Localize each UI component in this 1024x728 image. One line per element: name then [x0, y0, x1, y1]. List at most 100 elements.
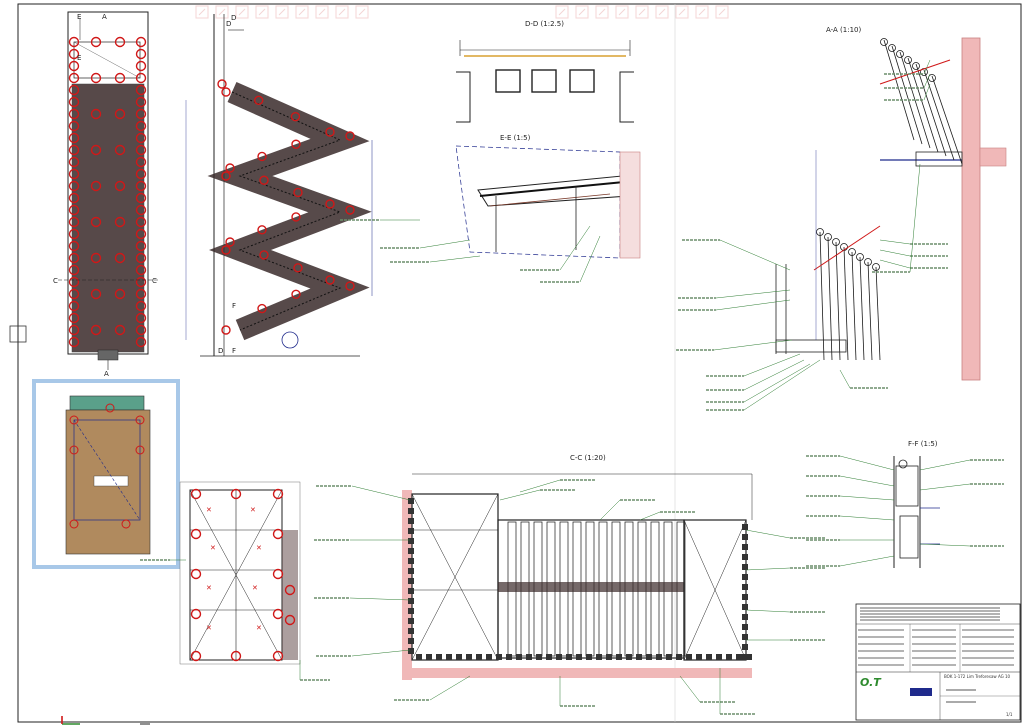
leader-line: [713, 339, 793, 351]
leader-line: [919, 483, 971, 491]
section-view-e[interactable]: [455, 145, 641, 259]
step-line: [883, 39, 915, 141]
edge-bolt: [416, 654, 422, 660]
edge-bolt: [646, 654, 652, 660]
step-line: [819, 231, 825, 361]
view-side-icon[interactable]: [555, 5, 569, 19]
edge-bolt: [676, 654, 682, 660]
edge-bolt: [408, 608, 414, 614]
edge-bolt: [706, 654, 712, 660]
pencil-icon[interactable]: [295, 5, 309, 19]
view-front-icon[interactable]: [335, 5, 349, 19]
zoom-icon[interactable]: [575, 5, 589, 19]
step-line: [867, 261, 873, 361]
edge-bolt: [742, 564, 748, 570]
redo-icon[interactable]: [215, 5, 229, 19]
undo-icon[interactable]: [195, 5, 209, 19]
section-view-f[interactable]: [893, 456, 940, 568]
leader-line: [559, 225, 591, 271]
leader-line: [639, 511, 661, 521]
drawing-sheet[interactable]: E A E C C A D D F F D D-D (1:2.5) E-E (1…: [0, 0, 1024, 728]
edge-bolt: [408, 498, 414, 504]
edge-bolt: [408, 648, 414, 654]
edge-bolt: [656, 654, 662, 660]
leader-line: [349, 597, 411, 601]
leader-line: [839, 475, 895, 487]
stair-steps-upper: [879, 38, 963, 165]
bolt-circle: [190, 488, 202, 500]
bolt-group-landing: ✕ ✕ ✕ ✕ ✕ ✕ ✕ ✕: [190, 488, 296, 662]
leader-line: [579, 235, 601, 283]
step-line: [907, 57, 939, 153]
edge-bolt: [476, 654, 482, 660]
edge-bolt: [742, 554, 748, 560]
bolt-circle: [190, 650, 202, 662]
edge-bolt: [516, 654, 522, 660]
edge-bolt: [742, 654, 748, 660]
leader-line: [351, 649, 411, 657]
leader-line: [745, 567, 791, 571]
edge-bolt: [696, 654, 702, 660]
bolt-circle: [135, 60, 147, 72]
edge-bolt: [566, 654, 572, 660]
edge-bolt: [742, 604, 748, 610]
edge-bolt: [408, 538, 414, 544]
settings-icon[interactable]: [715, 5, 729, 19]
bolt-circle: [221, 87, 231, 97]
view-top-icon[interactable]: [355, 5, 369, 19]
elevation-view-stair[interactable]: [185, 14, 373, 357]
section-label-d: D-D (1:2.5): [525, 20, 564, 28]
bolt-circle: [272, 568, 284, 580]
cross-mark: ✕: [250, 506, 256, 514]
arc-icon[interactable]: [315, 5, 329, 19]
cube-icon[interactable]: [635, 5, 649, 19]
zoom-window-icon[interactable]: [595, 5, 609, 19]
edge-bolt: [716, 654, 722, 660]
leader-line: [351, 485, 411, 501]
edge-bolt: [546, 654, 552, 660]
bolt-circle: [190, 528, 202, 540]
cross-mark: ✕: [210, 544, 216, 552]
base-plate-view-selected[interactable]: [32, 379, 180, 569]
edge-bolt: [742, 644, 748, 650]
leader-line: [743, 353, 801, 377]
edge-bolt: [636, 654, 642, 660]
bolt-circle: [221, 325, 231, 335]
leader-line: [419, 239, 471, 249]
project-line: BOK 1-172 Lim Treforesaw AG 10: [944, 674, 1011, 679]
cut-marker-d-lower: D: [218, 347, 223, 355]
snap-icon[interactable]: [255, 5, 269, 19]
cut-marker-a-top: A: [102, 13, 107, 21]
cut-marker-e-side: E: [77, 54, 81, 62]
print-icon[interactable]: [695, 5, 709, 19]
edge-bolt: [596, 654, 602, 660]
edge-bolt: [408, 628, 414, 634]
leader-line: [679, 675, 701, 703]
render-icon[interactable]: [675, 5, 689, 19]
plan-view-stringer[interactable]: [58, 11, 160, 370]
section-view-a[interactable]: [775, 37, 1007, 381]
step-nosing: [912, 62, 920, 70]
measure-icon[interactable]: [275, 5, 289, 19]
edge-bolt: [526, 654, 532, 660]
step-line: [851, 251, 857, 361]
section-view-c[interactable]: [402, 473, 753, 680]
leader-line: [599, 499, 621, 521]
leader-line: [839, 515, 895, 521]
edge-bolt: [408, 588, 414, 594]
edge-bolt: [742, 574, 748, 580]
leader-line: [719, 239, 791, 271]
landing-plan-view[interactable]: ✕ ✕ ✕ ✕ ✕ ✕ ✕ ✕: [179, 481, 301, 665]
iso-icon[interactable]: [615, 5, 629, 19]
bolt-circle: [272, 608, 284, 620]
leader-line: [919, 459, 971, 471]
cut-marker-f-lower: F: [232, 347, 236, 355]
scissors-icon[interactable]: [235, 5, 249, 19]
leader-line: [745, 529, 791, 539]
section-view-d[interactable]: [456, 40, 634, 123]
leader-line: [743, 363, 811, 403]
edge-bolt: [742, 524, 748, 530]
layer-icon[interactable]: [655, 5, 669, 19]
cut-marker-d-top: D: [231, 14, 236, 22]
step-line: [891, 45, 923, 145]
